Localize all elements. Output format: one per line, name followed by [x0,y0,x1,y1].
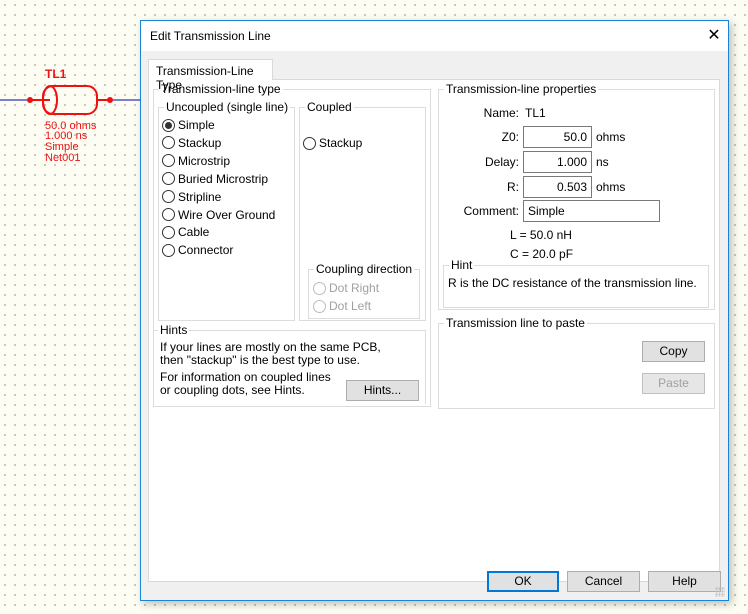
ok-button[interactable]: OK [487,571,559,592]
radio-label: Buried Microstrip [178,171,269,186]
tab-page: Transmission-line type Uncoupled (single… [148,79,720,582]
radio-label: Stackup [178,135,222,150]
dialog-title: Edit Transmission Line [150,29,271,43]
radio-dot-left[interactable]: Dot Left [313,298,371,314]
title-bar[interactable]: Edit Transmission Line ✕ [141,21,728,51]
radio-coupled-stackup[interactable]: Stackup [303,135,362,151]
radio-button[interactable] [162,136,175,150]
properties-group: Transmission-line properties Name: TL1 Z… [438,82,715,310]
radio-button[interactable] [162,172,175,186]
schematic-type: Simple [45,141,79,153]
radio-button[interactable] [162,118,175,132]
uncoupled-group: Uncoupled (single line) Simple Stackup Mic… [158,100,295,321]
name-value: TL1 [525,106,546,120]
delay-input[interactable]: 1.000 [523,151,592,173]
group-legend: Transmission line to paste [444,316,587,330]
transmission-line-symbol[interactable] [0,60,145,120]
help-button[interactable]: Help [648,571,721,592]
group-legend: Hints [158,323,190,337]
radio-dot-right[interactable]: Dot Right [313,280,379,296]
radio-connector[interactable]: Connector [162,242,233,258]
hints-group: Hints If your lines are mostly on the sa… [153,323,426,404]
schematic-net: Net001 [45,152,81,164]
radio-button[interactable] [303,136,316,150]
radio-buried-microstrip[interactable]: Buried Microstrip [162,171,268,187]
radio-label: Dot Left [329,299,372,313]
line-type-group: Transmission-line type Uncoupled (single… [153,82,431,407]
radio-microstrip[interactable]: Microstrip [162,153,230,169]
radio-label: Stripline [178,189,222,204]
radio-button[interactable] [162,154,175,168]
hints-text-coupled: For information on coupled lines or coup… [160,370,331,397]
edit-transmission-line-dialog: Edit Transmission Line ✕ Transmission-Li… [140,20,729,601]
schematic-delay: 1.000 ns [45,130,88,142]
radio-stackup[interactable]: Stackup [162,135,221,151]
name-label: Name: [483,106,519,120]
paste-button[interactable]: Paste [642,373,705,394]
tab-transmission-line-type[interactable]: Transmission-Line Type [148,59,273,92]
r-unit: ohms [596,180,626,194]
hints-text-stackup: If your lines are mostly on the same PCB… [160,340,381,367]
hint-group: Hint R is the DC resistance of the trans… [443,258,709,308]
delay-unit: ns [596,155,609,169]
inductance-value: L = 50.0 nH [510,228,572,242]
z0-input[interactable]: 50.0 [523,126,592,148]
paste-group: Transmission line to paste Copy Paste [438,316,715,409]
radio-stripline[interactable]: Stripline [162,189,221,205]
radio-label: Stackup [319,136,363,150]
hints-button[interactable]: Hints... [346,380,419,401]
radio-label: Dot Right [329,281,380,295]
r-label: R: [507,180,519,194]
capacitance-value: C = 20.0 pF [510,247,574,261]
group-legend: Hint [449,258,475,272]
radio-button[interactable] [313,281,326,295]
resize-grip-icon[interactable] [715,587,725,597]
comment-input[interactable]: Simple [523,200,660,222]
radio-button[interactable] [162,225,175,239]
z0-label: Z0: [501,130,519,144]
radio-simple[interactable]: Simple [162,117,215,133]
r-input[interactable]: 0.503 [523,176,592,198]
cancel-button[interactable]: Cancel [567,571,640,592]
radio-button[interactable] [162,243,175,257]
hint-text: R is the DC resistance of the transmissi… [448,276,697,290]
radio-button[interactable] [313,299,326,313]
group-legend: Coupling direction [314,262,415,276]
schematic-label: TL1 [45,67,67,81]
copy-button[interactable]: Copy [642,341,705,362]
radio-cable[interactable]: Cable [162,224,209,240]
group-legend: Transmission-line properties [444,82,599,96]
close-icon[interactable]: ✕ [704,27,724,45]
group-legend: Uncoupled (single line) [164,100,291,114]
radio-label: Cable [178,225,210,240]
radio-button[interactable] [162,208,175,221]
group-legend: Coupled [305,100,354,114]
radio-wire-over-ground[interactable]: Wire Over Ground [162,207,275,223]
z0-unit: ohms [596,130,626,144]
radio-label: Connector [178,243,234,258]
radio-label: Simple [178,118,215,132]
delay-label: Delay: [484,155,519,169]
comment-label: Comment: [463,204,519,218]
radio-label: Microstrip [178,153,231,168]
radio-label: Wire Over Ground [178,207,276,222]
radio-button[interactable] [162,190,175,204]
coupled-group: Coupled Stackup Coupling direction Dot R… [299,100,426,321]
coupling-direction-group: Coupling direction Dot Right Dot Left [308,262,420,319]
